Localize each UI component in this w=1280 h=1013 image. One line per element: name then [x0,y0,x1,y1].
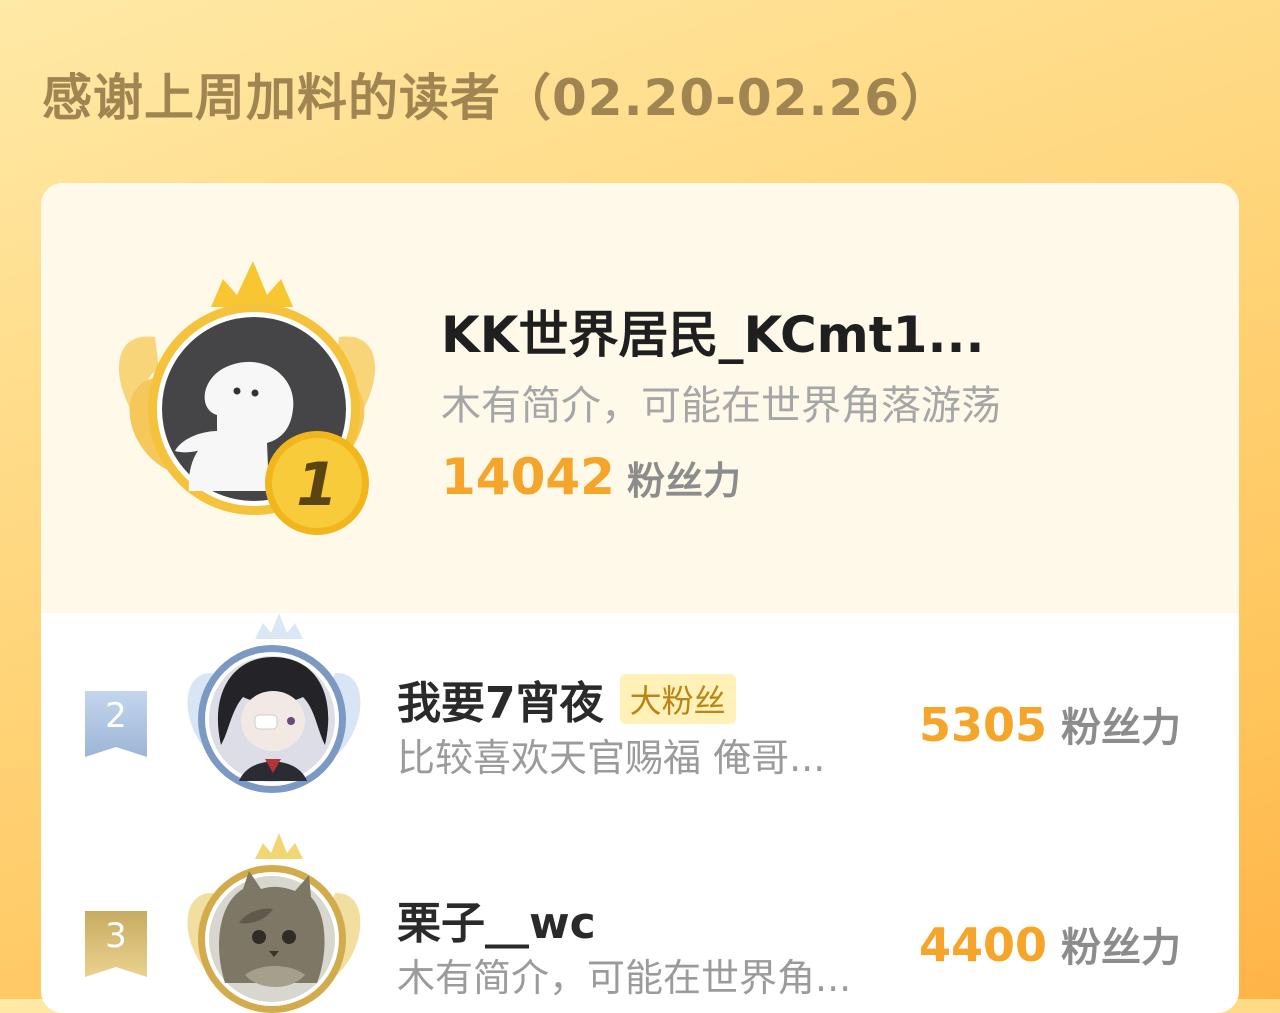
page-title: 感谢上周加料的读者（02.20-02.26） [42,69,952,127]
ranking-list: 2 我要7宵夜 大粉丝 比较喜欢天官赐福 俺哥... 5305 粉丝力 3 栗子… [41,613,1239,1013]
user-name[interactable]: 我要7宵夜 大粉丝 [397,667,736,731]
user-name-text[interactable]: 我要7宵夜 [397,678,604,729]
user-name[interactable]: KK世界居民_KCmt1... [441,295,984,367]
fan-score-value: 4400 [919,918,1048,972]
fan-score-unit: 粉丝力 [1061,705,1182,751]
fan-score: 5305 粉丝力 [919,695,1181,753]
leaderboard-card: 1 KK世界居民_KCmt1... 木有简介，可能在世界角落游荡 14042 粉丝… [41,183,1239,1013]
rank-number: 3 [105,916,127,956]
rank-number: 1 [296,450,338,520]
fan-score: 14042 粉丝力 [441,448,741,506]
fan-score-unit: 粉丝力 [1061,925,1182,971]
user-bio: 比较喜欢天官赐福 俺哥... [397,736,826,780]
user-bio: 木有简介，可能在世界角落游荡 [441,383,1001,429]
fan-score-value: 14042 [441,448,615,506]
user-avatar[interactable] [169,833,379,1013]
user-name-text[interactable]: 栗子__wc [397,898,596,949]
fan-score-value: 5305 [919,698,1048,752]
fan-score: 4400 粉丝力 [919,915,1181,973]
user-bio: 木有简介，可能在世界角... [397,956,852,1000]
user-name[interactable]: 栗子__wc [397,887,596,951]
fan-level-badge: 大粉丝 [619,674,736,724]
first-place-section[interactable]: 1 KK世界居民_KCmt1... 木有简介，可能在世界角落游荡 14042 粉丝… [41,183,1239,613]
fan-score-unit: 粉丝力 [626,459,741,503]
user-avatar[interactable] [169,613,379,813]
rank-flag-bronze-icon: 3 [85,911,147,977]
rank-number: 2 [105,696,127,736]
list-item[interactable]: 2 我要7宵夜 大粉丝 比较喜欢天官赐福 俺哥... 5305 粉丝力 [41,613,1239,813]
list-item[interactable]: 3 栗子__wc 木有简介，可能在世界角... 4400 粉丝力 [41,833,1239,1013]
rank-flag-silver-icon: 2 [85,691,147,757]
gold-crown-emblem-icon[interactable]: 1 [97,259,397,539]
